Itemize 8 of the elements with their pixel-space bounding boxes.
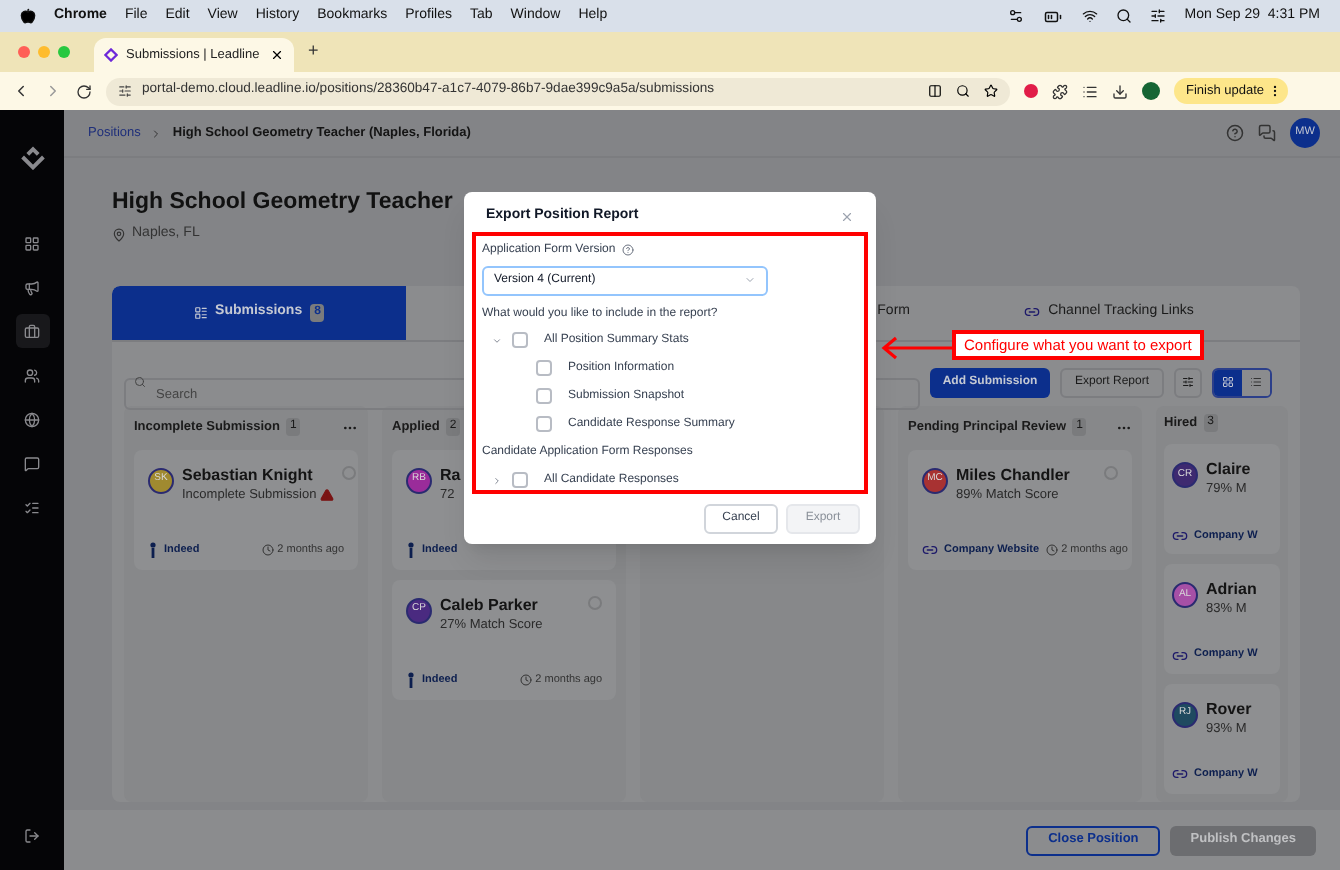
candidate-name: Adrian	[1206, 579, 1257, 600]
position-title: High School Geometry Teacher	[112, 188, 453, 218]
candidate-name: Caleb Parker	[440, 595, 540, 615]
candidate-name: Ra	[440, 465, 461, 485]
candidate-name: Sebastian Knight	[182, 465, 315, 485]
candidate-name: Miles Chandler	[956, 465, 1070, 485]
candidate-name: Rover	[1206, 699, 1252, 720]
candidate-name: Claire	[1206, 460, 1251, 481]
